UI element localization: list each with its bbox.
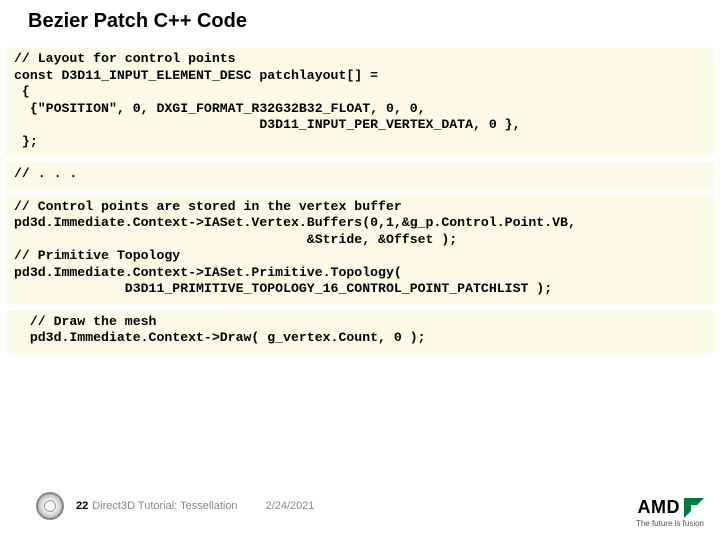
fusion-logo-icon <box>36 492 64 520</box>
code-block-3: // Control points are stored in the vert… <box>6 195 714 304</box>
slide-number: 22 <box>76 500 88 512</box>
slide-date: 2/24/2021 <box>266 500 315 512</box>
footer-bar: 22 Direct3D Tutorial: Tessellation 2/24/… <box>0 486 720 526</box>
amd-logo: AMD The future is fusion <box>636 497 704 528</box>
amd-tagline: The future is fusion <box>636 519 704 528</box>
amd-text: AMD <box>638 497 681 518</box>
code-block-4: // Draw the mesh pd3d.Immediate.Context-… <box>6 310 714 353</box>
tutorial-name: Direct3D Tutorial: Tessellation <box>92 500 237 512</box>
code-block-2: // . . . <box>6 162 714 189</box>
code-block-1: // Layout for control points const D3D11… <box>6 47 714 156</box>
slide-title: Bezier Patch C++ Code <box>0 0 720 45</box>
amd-arrow-icon <box>684 498 704 518</box>
